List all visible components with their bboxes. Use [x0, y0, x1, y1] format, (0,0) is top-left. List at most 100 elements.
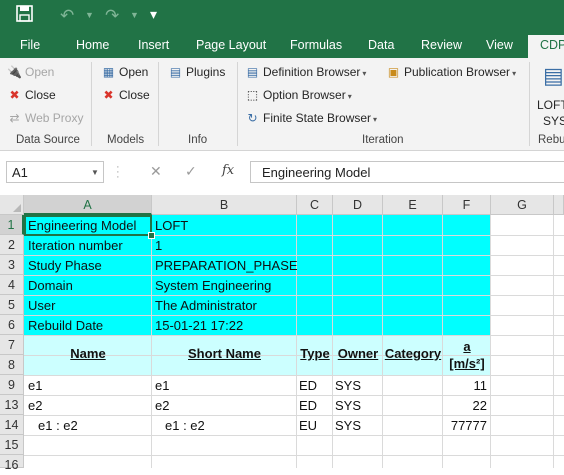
- option-browser-button[interactable]: ⬚ Option Browser ▾: [245, 86, 352, 104]
- header-param[interactable]: a: [443, 339, 491, 354]
- data-source-open-button[interactable]: 🔌 Open: [7, 63, 54, 81]
- row-header[interactable]: 14: [0, 415, 24, 435]
- rebuild-line2[interactable]: SYS: [543, 112, 564, 130]
- formula-value: Engineering Model: [262, 165, 371, 180]
- tab-view[interactable]: View: [486, 38, 513, 52]
- models-close-label: Close: [119, 88, 150, 102]
- tab-insert[interactable]: Insert: [138, 38, 169, 52]
- info-label[interactable]: User: [28, 296, 55, 316]
- tab-formulas[interactable]: Formulas: [290, 38, 342, 52]
- header-short-name[interactable]: Short Name: [152, 346, 297, 361]
- column-header-h[interactable]: [554, 195, 564, 215]
- formula-input[interactable]: Engineering Model: [250, 161, 564, 183]
- row-header[interactable]: 13: [0, 395, 24, 415]
- plugins-button[interactable]: ▤ Plugins: [168, 63, 226, 81]
- models-open-button[interactable]: ▦ Open: [101, 63, 149, 81]
- column-header-a[interactable]: A: [24, 195, 152, 215]
- row-header[interactable]: 8: [0, 355, 24, 375]
- row-header[interactable]: 6: [0, 315, 24, 335]
- finite-state-browser-button[interactable]: ↻ Finite State Browser ▾: [245, 109, 377, 127]
- plugins-label: Plugins: [186, 65, 226, 79]
- tab-cdp[interactable]: CDP: [528, 35, 564, 58]
- tab-page-layout[interactable]: Page Layout: [196, 38, 266, 52]
- row-header[interactable]: 16: [0, 455, 24, 472]
- row-owner[interactable]: SYS: [335, 396, 361, 416]
- info-label[interactable]: Domain: [28, 276, 73, 296]
- save-icon[interactable]: [16, 5, 33, 28]
- info-label[interactable]: Rebuild Date: [28, 316, 103, 336]
- info-label[interactable]: Study Phase: [28, 256, 102, 276]
- header-param-unit[interactable]: [m/s²]: [443, 356, 491, 371]
- undo-dropdown-icon[interactable]: ▼: [85, 10, 94, 20]
- column-header-f[interactable]: F: [443, 195, 491, 215]
- row-short-name[interactable]: e1 : e2: [165, 416, 205, 436]
- row-header[interactable]: 7: [0, 335, 24, 355]
- enter-icon[interactable]: ✓: [185, 163, 197, 180]
- header-owner[interactable]: Owner: [333, 346, 383, 361]
- row-owner[interactable]: SYS: [335, 376, 361, 396]
- chevron-down-icon: ▾: [347, 92, 352, 101]
- info-value[interactable]: System Engineering: [155, 276, 271, 296]
- row-type[interactable]: ED: [299, 396, 317, 416]
- row-value[interactable]: 11: [443, 376, 488, 396]
- row-header[interactable]: 2: [0, 235, 24, 255]
- header-category[interactable]: Category: [383, 346, 443, 361]
- header-type[interactable]: Type: [297, 346, 333, 361]
- gridline: [332, 215, 333, 468]
- insert-function-icon[interactable]: fx: [222, 163, 234, 178]
- web-proxy-button[interactable]: ⇄ Web Proxy: [7, 109, 83, 127]
- row-name[interactable]: e1: [28, 376, 42, 396]
- models-close-button[interactable]: ✖ Close: [101, 86, 150, 104]
- tab-data[interactable]: Data: [368, 38, 394, 52]
- formula-bar-resize-handle[interactable]: · · ·: [116, 162, 120, 183]
- row-header[interactable]: 9: [0, 375, 24, 395]
- row-header[interactable]: 1: [0, 215, 24, 235]
- row-header[interactable]: 15: [0, 435, 24, 455]
- info-label[interactable]: Iteration number: [28, 236, 123, 256]
- info-value[interactable]: 15-01-21 17:22: [155, 316, 243, 336]
- row-value[interactable]: 22: [443, 396, 487, 416]
- data-source-close-button[interactable]: ✖ Close: [7, 86, 55, 104]
- rebuild-icon[interactable]: ▤: [543, 62, 564, 90]
- definition-browser-label: Definition Browser: [263, 65, 361, 79]
- fill-handle[interactable]: [148, 232, 155, 239]
- row-header[interactable]: 4: [0, 275, 24, 295]
- definition-browser-button[interactable]: ▤ Definition Browser ▾: [245, 63, 367, 81]
- publication-browser-button[interactable]: ▣ Publication Browser ▾: [386, 63, 516, 81]
- chevron-down-icon[interactable]: ▼: [91, 168, 99, 177]
- row-header[interactable]: 3: [0, 255, 24, 275]
- tab-review[interactable]: Review: [421, 38, 462, 52]
- column-header-g[interactable]: G: [491, 195, 554, 215]
- row-type[interactable]: EU: [299, 416, 317, 436]
- column-header-e[interactable]: E: [383, 195, 443, 215]
- chevron-down-icon: ▾: [512, 69, 517, 78]
- row-value[interactable]: 77777: [443, 416, 487, 436]
- column-header-d[interactable]: D: [333, 195, 383, 215]
- row-type[interactable]: ED: [299, 376, 317, 396]
- row-short-name[interactable]: e2: [155, 396, 169, 416]
- web-proxy-icon: ⇄: [9, 111, 20, 125]
- undo-icon[interactable]: ↶: [60, 5, 74, 27]
- row-name[interactable]: e2: [28, 396, 42, 416]
- row-owner[interactable]: SYS: [335, 416, 361, 436]
- close-plug-icon: ✖: [9, 88, 20, 102]
- customize-qat-icon[interactable]: ▾: [150, 3, 157, 25]
- redo-dropdown-icon[interactable]: ▼: [130, 10, 139, 20]
- name-box[interactable]: A1 ▼: [6, 161, 104, 183]
- tab-home[interactable]: Home: [76, 38, 109, 52]
- row-name[interactable]: e1 : e2: [38, 416, 78, 436]
- cancel-icon[interactable]: ✕: [150, 163, 162, 180]
- info-value[interactable]: 1: [155, 236, 162, 256]
- row-header[interactable]: 5: [0, 295, 24, 315]
- column-header-b[interactable]: B: [152, 195, 297, 215]
- info-value[interactable]: LOFT: [155, 216, 188, 236]
- info-value[interactable]: The Administrator: [155, 296, 257, 316]
- name-box-value: A1: [12, 165, 28, 180]
- row-short-name[interactable]: e1: [155, 376, 169, 396]
- header-name[interactable]: Name: [24, 346, 152, 361]
- column-header-c[interactable]: C: [297, 195, 333, 215]
- info-value[interactable]: PREPARATION_PHASE: [155, 256, 298, 276]
- redo-icon[interactable]: ↷: [105, 5, 119, 27]
- select-all-button[interactable]: [0, 195, 24, 215]
- tab-file[interactable]: File: [20, 38, 40, 52]
